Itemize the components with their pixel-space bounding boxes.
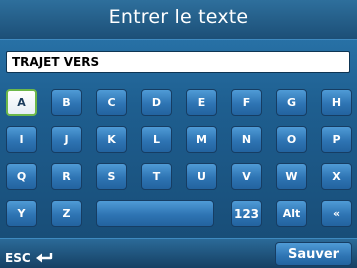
save-button[interactable]: Sauver <box>275 242 352 266</box>
key-l[interactable]: L <box>141 126 172 153</box>
esc-button[interactable]: ESC <box>5 251 53 265</box>
key-g[interactable]: G <box>276 89 307 116</box>
key-y[interactable]: Y <box>6 200 37 227</box>
text-entry-screen: Entrer le texte TRAJET VERS A B C D E F … <box>0 0 357 268</box>
key-v[interactable]: V <box>231 163 262 190</box>
esc-label: ESC <box>5 251 31 265</box>
key-r[interactable]: R <box>51 163 82 190</box>
key-p[interactable]: P <box>321 126 352 153</box>
key-x[interactable]: X <box>321 163 352 190</box>
space-key[interactable] <box>96 200 214 227</box>
key-t[interactable]: T <box>141 163 172 190</box>
key-k[interactable]: K <box>96 126 127 153</box>
text-input-value: TRAJET VERS <box>12 55 100 69</box>
title-bar: Entrer le texte <box>0 0 357 40</box>
alt-key[interactable]: Alt <box>276 200 307 227</box>
key-a[interactable]: A <box>6 89 37 116</box>
key-d[interactable]: D <box>141 89 172 116</box>
backspace-key[interactable]: « <box>321 200 352 227</box>
key-q[interactable]: Q <box>6 163 37 190</box>
key-m[interactable]: M <box>186 126 217 153</box>
key-u[interactable]: U <box>186 163 217 190</box>
numbers-key[interactable]: 123 <box>231 200 262 227</box>
key-j[interactable]: J <box>51 126 82 153</box>
key-z[interactable]: Z <box>51 200 82 227</box>
key-i[interactable]: I <box>6 126 37 153</box>
key-w[interactable]: W <box>276 163 307 190</box>
text-input-field[interactable]: TRAJET VERS <box>6 51 350 73</box>
page-title: Entrer le texte <box>108 6 249 28</box>
key-f[interactable]: F <box>231 89 262 116</box>
key-s[interactable]: S <box>96 163 127 190</box>
key-b[interactable]: B <box>51 89 82 116</box>
key-o[interactable]: O <box>276 126 307 153</box>
return-arrow-icon <box>35 253 52 263</box>
key-c[interactable]: C <box>96 89 127 116</box>
key-e[interactable]: E <box>186 89 217 116</box>
key-n[interactable]: N <box>231 126 262 153</box>
key-h[interactable]: H <box>321 89 352 116</box>
